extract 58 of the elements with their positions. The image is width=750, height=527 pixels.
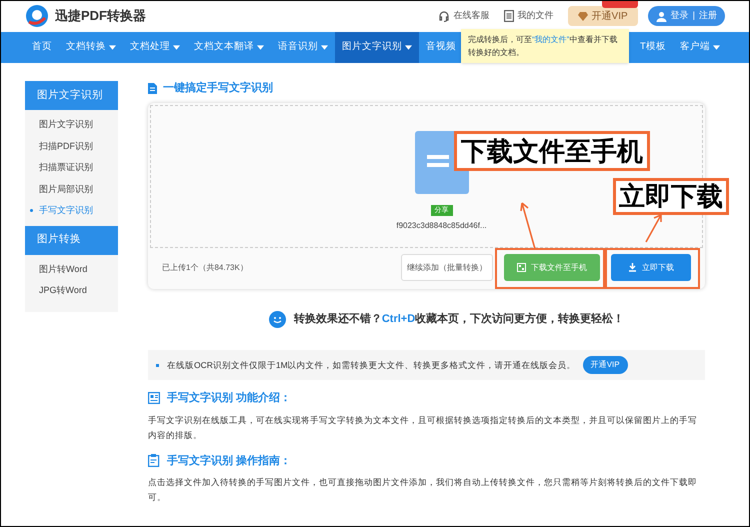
notice-text: 在线版OCR识别文件仅限于1M以内文件，如需转换更大文件、转换更多格式文件，请开通在线版会员。	[167, 358, 576, 372]
sidebar-item[interactable]: 扫描票证识别	[25, 157, 118, 178]
callout-label: 立即下载	[613, 178, 729, 215]
sidebar-item[interactable]: 图片转Word	[25, 258, 118, 280]
nav-item[interactable]: 图片文字识别	[335, 32, 419, 63]
nav-item[interactable]: 文档转换	[59, 32, 123, 63]
sidebar-heading: 图片转换	[25, 226, 118, 254]
section-title: 手写文字识别 操作指南：	[167, 454, 292, 468]
document-icon	[148, 82, 157, 94]
add-more-button[interactable]: 继续添加（批量转换）	[401, 254, 493, 281]
diamond-icon	[578, 12, 588, 20]
sidebar-item[interactable]: JPG转Word	[25, 280, 118, 302]
header-link[interactable]: 我的文件	[504, 9, 554, 23]
section-text: 手写文字识别在线版工具，可在线实现将手写文字转换为文本文件，且可根据转换选项指定转换后的文本类型，并且可以保留图片上的手写内容的排版。	[148, 414, 698, 442]
vip-button[interactable]: 开通VIP	[582, 356, 628, 374]
sidebar-item[interactable]: 扫描PDF识别	[25, 136, 118, 157]
phone-download-button[interactable]: 下载文件至手机	[504, 254, 600, 281]
section-text: 点击选择文件加入待转换的手写图片文件，也可直接拖动图片文件添加，我们将自动上传转换文件，您只需稍等片刻将转换后的文件下载即可。	[148, 476, 698, 504]
bookmark-tip: 转换效果还不错？Ctrl+D收藏本页，下次访问更方便，转换更轻松！	[294, 312, 624, 328]
section-title: 手写文字识别 功能介绍：	[167, 390, 292, 406]
user-icon	[656, 10, 667, 22]
bullet-icon	[30, 209, 33, 212]
smiley-icon	[268, 311, 286, 328]
callout-label: 下载文件至手机	[454, 131, 650, 171]
nav-item[interactable]: 文档处理	[123, 32, 187, 63]
document-icon	[504, 10, 514, 22]
clipboard-icon	[148, 454, 160, 468]
logo-text: 迅捷PDF转换器	[55, 7, 146, 26]
nav-item[interactable]: 客户端	[672, 32, 727, 63]
promo-ribbon	[602, 1, 638, 8]
tooltip-text: 完成转换后，可至“我的文件”中查看并下载转换好的文档。	[468, 35, 618, 57]
bullet-icon	[156, 364, 159, 366]
header-link[interactable]: 在线客服	[438, 9, 490, 23]
login-button[interactable]: 登录 | 注册	[648, 6, 725, 26]
arrow-icon	[518, 200, 538, 250]
download-button[interactable]: 立即下载	[611, 254, 691, 281]
nav-item[interactable]: 语音识别	[271, 32, 335, 63]
upload-count: 已上传1个（共84.73K）	[162, 262, 248, 274]
login-link[interactable]: 登录	[670, 9, 689, 23]
headset-icon	[438, 10, 450, 22]
nav-item[interactable]: 首页	[25, 32, 59, 63]
sidebar-item[interactable]: 手写文字识别	[25, 200, 118, 222]
vip-button[interactable]: 开通VIP	[568, 6, 638, 26]
id-card-icon	[148, 392, 160, 404]
separator-text: |	[692, 9, 695, 22]
upload-title: 一键搞定手写文字识别	[163, 80, 273, 96]
nav-item[interactable]: 文档文本翻译	[187, 32, 271, 63]
sidebar-heading: 图片文字识别	[25, 81, 118, 110]
arrow-icon	[644, 213, 664, 243]
sidebar-item[interactable]: 图片局部识别	[25, 178, 118, 200]
sidebar-item[interactable]: 图片文字识别	[25, 114, 118, 136]
file-name: f9023c3d8848c85dd46f...	[396, 220, 487, 232]
logo-icon	[25, 4, 49, 28]
qr-code-icon	[517, 263, 526, 272]
nav-item[interactable]: T模板	[633, 32, 673, 63]
register-link[interactable]: 注册	[699, 9, 717, 23]
nav-item[interactable]: 音视频	[419, 32, 463, 63]
download-icon	[628, 263, 637, 272]
